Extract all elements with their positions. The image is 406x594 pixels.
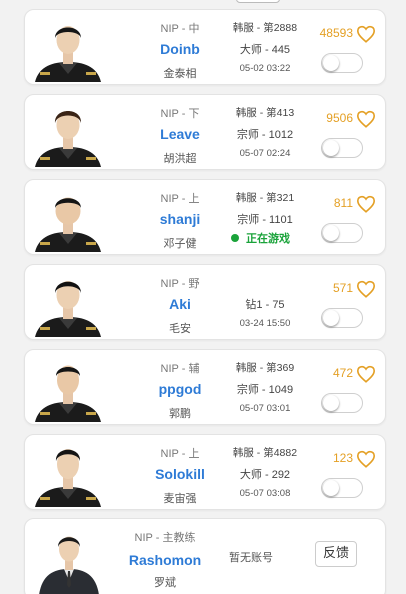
last-game-time: 03-24 15:50	[239, 318, 291, 329]
player-card-shanji[interactable]: NIP - 上 shanji 邓子健 韩服 - 第321 宗师 - 1101 正…	[24, 179, 386, 255]
last-game-time: 05-07 03:08	[239, 488, 291, 499]
team-role: NIP - 主教练	[134, 532, 196, 544]
heart-icon[interactable]	[356, 280, 376, 298]
online-dot-icon	[231, 234, 239, 242]
notify-toggle[interactable]	[321, 138, 363, 158]
player-avatar	[35, 269, 101, 337]
player-card-leave[interactable]: NIP - 下 Leave 胡洪超 韩服 - 第413 宗师 - 1012 05…	[24, 94, 386, 170]
follow-count: 811	[333, 196, 353, 210]
real-name: 邓子健	[163, 238, 197, 250]
server-rank: 韩服 - 第321	[235, 192, 295, 204]
no-account-label: 暂无账号	[229, 552, 273, 564]
player-card-aki[interactable]: NIP - 野 Aki 毛安 钻1 - 75 03-24 15:50 571	[24, 264, 386, 340]
in-game-label: 正在游戏	[246, 233, 290, 245]
heart-icon[interactable]	[356, 25, 376, 43]
server-rank: 韩服 - 第4882	[232, 447, 298, 459]
notify-toggle[interactable]	[321, 53, 363, 73]
coach-name[interactable]: Rashomon	[105, 552, 225, 568]
last-game-time: 05-07 02:24	[239, 148, 291, 159]
notify-toggle[interactable]	[321, 393, 363, 413]
server-rank: 韩服 - 第369	[235, 362, 295, 374]
player-avatar	[35, 439, 101, 507]
tier-score: 宗师 - 1012	[236, 129, 294, 141]
heart-icon[interactable]	[356, 450, 376, 468]
heart-icon[interactable]	[356, 110, 376, 128]
heart-icon[interactable]	[356, 195, 376, 213]
player-avatar	[35, 354, 101, 422]
team-role: NIP - 野	[160, 278, 200, 290]
server-rank: 韩服 - 第2888	[232, 22, 298, 34]
last-game-time: 05-07 03:01	[239, 403, 291, 414]
player-avatar	[35, 184, 101, 252]
player-card-solokill[interactable]: NIP - 上 Solokill 麦宙强 韩服 - 第4882 大师 - 292…	[24, 434, 386, 510]
top-tab-edge	[236, 0, 280, 3]
heart-icon[interactable]	[356, 365, 376, 383]
last-game-time: 05-02 03:22	[239, 63, 291, 74]
tier-score: 大师 - 292	[239, 469, 291, 481]
follow-count: 472	[332, 366, 353, 380]
notify-toggle[interactable]	[321, 223, 363, 243]
toggle-knob	[323, 140, 339, 156]
follow-count: 123	[332, 451, 353, 465]
player-avatar	[35, 99, 101, 167]
follow-count: 9506	[326, 111, 353, 125]
notify-toggle[interactable]	[321, 478, 363, 498]
player-avatar	[35, 14, 101, 82]
in-game-status: 正在游戏	[231, 230, 290, 246]
tier-score: 宗师 - 1101	[237, 214, 293, 226]
tier-score: 大师 - 445	[239, 44, 291, 56]
toggle-knob	[323, 225, 339, 241]
follow-count: 48593	[319, 26, 353, 40]
toggle-knob	[323, 480, 339, 496]
tier-score: 宗师 - 1049	[236, 384, 294, 396]
tier-score: 钻1 - 75	[245, 299, 285, 311]
notify-toggle[interactable]	[321, 308, 363, 328]
real-name: 罗斌	[154, 577, 176, 589]
feedback-button[interactable]: 反馈	[315, 541, 357, 567]
player-card-doinb[interactable]: NIP - 中 Doinb 金泰相 韩服 - 第2888 大师 - 445 05…	[24, 9, 386, 85]
toggle-knob	[323, 55, 339, 71]
player-card-ppgod[interactable]: NIP - 辅 ppgod 郭鹏 韩服 - 第369 宗师 - 1049 05-…	[24, 349, 386, 425]
follow-count: 571	[332, 281, 353, 295]
coach-avatar	[39, 525, 99, 594]
coach-card-rashomon[interactable]: NIP - 主教练 Rashomon 罗斌 暂无账号 反馈	[24, 518, 386, 594]
server-rank: 韩服 - 第413	[235, 107, 295, 119]
toggle-knob	[323, 310, 339, 326]
toggle-knob	[323, 395, 339, 411]
